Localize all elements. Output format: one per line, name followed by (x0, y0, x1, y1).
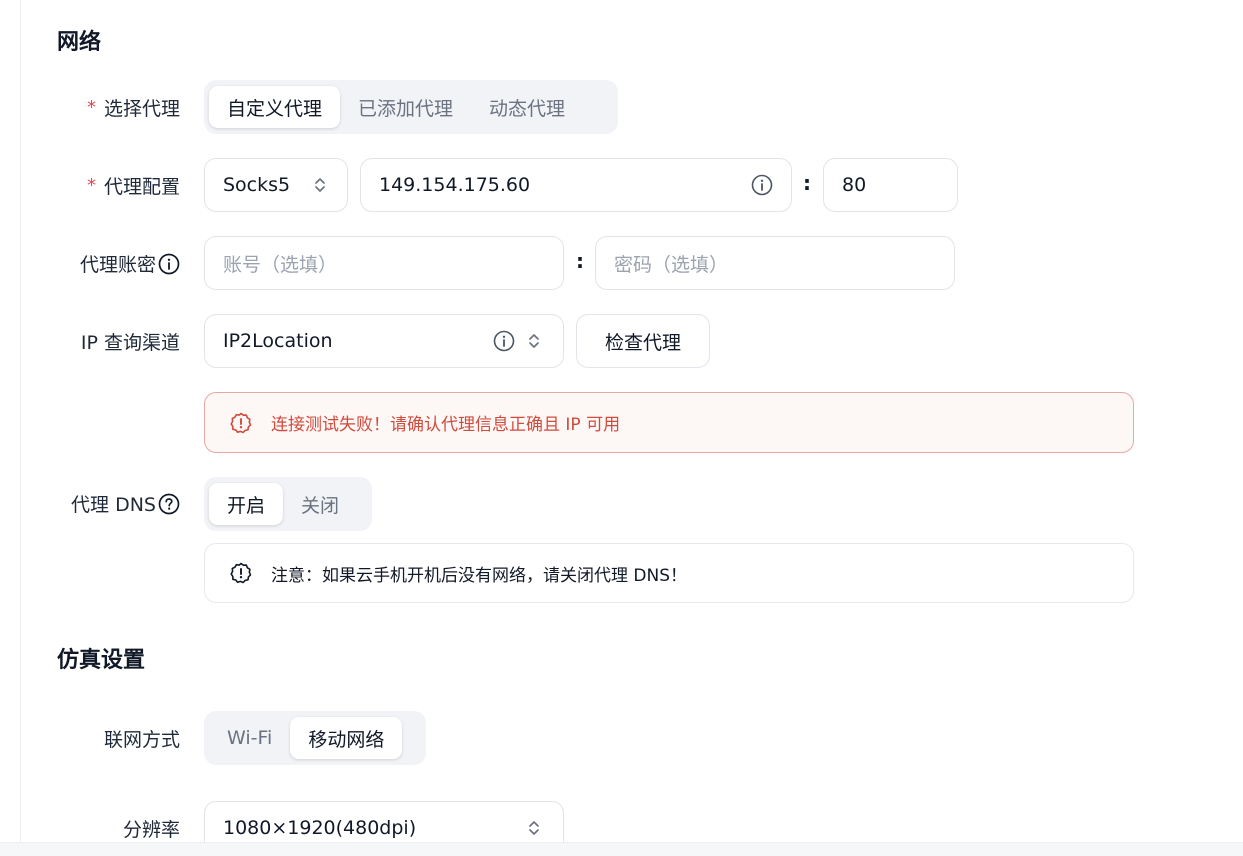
resolution-value: 1080×1920(480dpi) (223, 817, 417, 839)
resolution-label: 分辨率 (123, 815, 180, 842)
chevron-updown-icon (527, 819, 541, 837)
dns-note-text: 注意：如果云手机开机后没有网络，请关闭代理 DNS！ (271, 565, 688, 586)
info-icon[interactable] (158, 253, 180, 275)
protocol-value: Socks5 (223, 174, 291, 196)
proxy-type-option-added[interactable]: 已添加代理 (340, 86, 471, 128)
proxy-config-label-text: 代理配置 (103, 176, 180, 198)
required-mark: * (86, 97, 96, 118)
protocol-select[interactable]: Socks5 (204, 158, 348, 212)
connection-error-alert: 连接测试失败！请确认代理信息正确且 IP 可用 (204, 392, 1134, 453)
proxy-config-label: * 代理配置 (87, 172, 180, 199)
section-title-network: 网络 (57, 30, 102, 55)
username-placeholder: 账号（选填） (223, 253, 338, 276)
proxy-select-label-text: 选择代理 (103, 98, 180, 120)
proxy-dns-label: 代理 DNS (71, 490, 180, 517)
proxy-dns-option-off[interactable]: 关闭 (283, 483, 357, 525)
ip-channel-label: IP 查询渠道 (81, 328, 180, 355)
proxy-host-input[interactable]: 149.154.175.60 (360, 158, 792, 212)
resolution-label-text: 分辨率 (122, 819, 180, 841)
chevron-updown-icon (313, 176, 327, 194)
proxy-auth-label: 代理账密 (80, 250, 180, 277)
left-divider (20, 0, 21, 855)
proxy-password-input[interactable]: 密码（选填） (595, 236, 955, 290)
proxy-dns-segmented: 开启 关闭 (204, 477, 372, 531)
info-icon[interactable] (493, 330, 515, 352)
proxy-port-input[interactable]: 80 (823, 158, 958, 212)
proxy-username-input[interactable]: 账号（选填） (204, 236, 564, 290)
section-title-simulation: 仿真设置 (57, 648, 146, 673)
proxy-type-option-dynamic[interactable]: 动态代理 (471, 86, 583, 128)
proxy-port-value: 80 (842, 174, 867, 196)
dns-note-alert: 注意：如果云手机开机后没有网络，请关闭代理 DNS！ (204, 543, 1134, 603)
ip-channel-label-text: IP 查询渠道 (80, 332, 180, 354)
check-proxy-button[interactable]: 检查代理 (576, 314, 710, 368)
auth-separator: : (576, 249, 584, 273)
proxy-type-option-custom[interactable]: 自定义代理 (209, 86, 341, 128)
proxy-auth-label-text: 代理账密 (79, 254, 156, 276)
page-bottom-edge (0, 842, 1243, 856)
proxy-type-segmented: 自定义代理 已添加代理 动态代理 (204, 80, 618, 134)
proxy-select-label: * 选择代理 (87, 94, 180, 121)
proxy-dns-option-on[interactable]: 开启 (209, 483, 284, 525)
network-mode-label: 联网方式 (104, 725, 180, 752)
alert-icon (229, 411, 253, 435)
proxy-host-value: 149.154.175.60 (379, 174, 531, 196)
alert-icon (229, 561, 253, 585)
proxy-dns-label-text: 代理 DNS (71, 494, 156, 516)
question-icon[interactable] (158, 493, 180, 515)
network-mode-option-wifi[interactable]: Wi-Fi (209, 717, 290, 759)
ip-channel-value: IP2Location (223, 330, 333, 352)
network-mode-label-text: 联网方式 (103, 729, 180, 751)
info-icon[interactable] (751, 174, 773, 196)
network-mode-segmented: Wi-Fi 移动网络 (204, 711, 426, 765)
chevron-updown-icon (527, 332, 541, 350)
error-message-text: 连接测试失败！请确认代理信息正确且 IP 可用 (271, 415, 621, 435)
ip-channel-select[interactable]: IP2Location (204, 314, 564, 368)
required-mark: * (86, 175, 96, 196)
password-placeholder: 密码（选填） (614, 253, 729, 276)
host-port-separator: : (803, 171, 811, 195)
network-mode-option-mobile[interactable]: 移动网络 (290, 717, 403, 759)
